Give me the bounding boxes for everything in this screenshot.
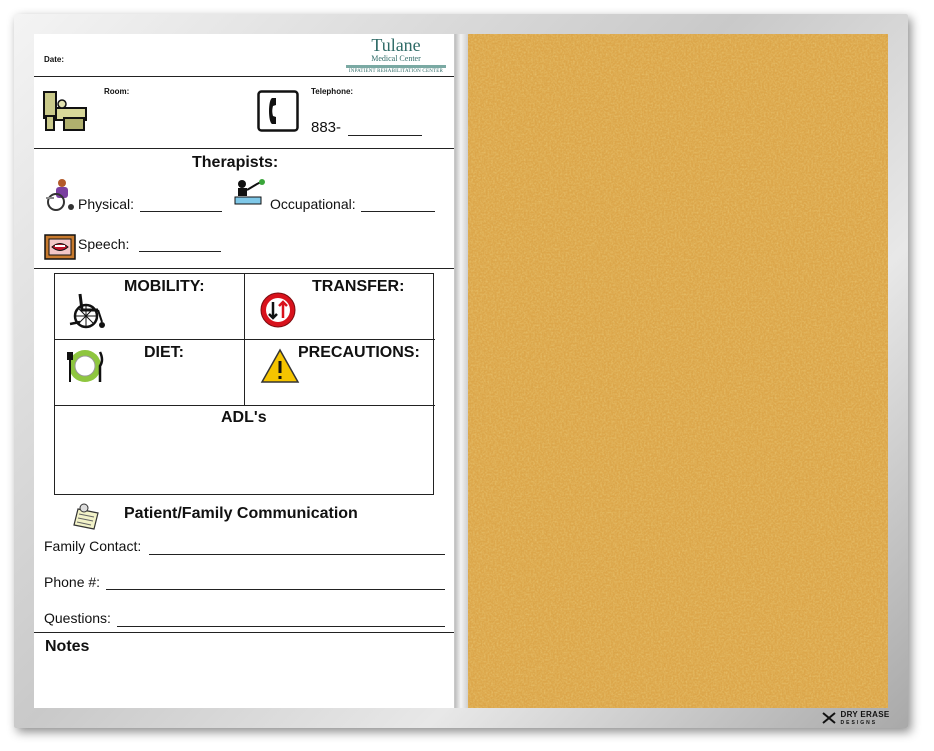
- family-contact-line: [149, 554, 445, 555]
- notes-divider: [34, 632, 454, 633]
- questions-label: Questions:: [44, 610, 111, 626]
- logo-subtitle: Medical Center: [371, 54, 421, 63]
- physical-blank-line: [140, 211, 222, 212]
- therapists-title: Therapists:: [192, 154, 279, 171]
- brand-logo: DRY ERASE DESIGNS: [822, 711, 889, 727]
- room-divider: [34, 148, 454, 149]
- diet-label: DIET:: [144, 344, 184, 361]
- questions-line: [117, 626, 445, 627]
- logo-name: Tulane: [371, 35, 421, 55]
- telephone-label: Telephone:: [311, 87, 354, 96]
- occupational-blank-line: [361, 211, 435, 212]
- brand-sub: DESIGNS: [840, 720, 878, 726]
- adls-label: ADL's: [221, 409, 267, 426]
- physical-label: Physical:: [78, 196, 135, 212]
- no-entry-arrows-icon: [260, 292, 296, 328]
- logo-tagline: INPATIENT REHABILITATION CENTER: [348, 69, 444, 74]
- mobility-label: MOBILITY:: [124, 278, 205, 295]
- speech-blank-line: [139, 251, 221, 252]
- panel-divider: [455, 34, 468, 708]
- warning-triangle-icon: [260, 348, 300, 383]
- cork-texture: [468, 34, 888, 708]
- phone-label: Phone #:: [44, 574, 101, 590]
- date-label: Date:: [44, 55, 65, 64]
- header-divider: [34, 76, 454, 77]
- wheelchair-icon: [69, 293, 105, 329]
- room-label: Room:: [104, 87, 130, 96]
- phone-line: [106, 589, 445, 590]
- transfer-label: TRANSFER:: [312, 278, 405, 295]
- care-grid-row2: [54, 405, 435, 406]
- logo-bar: [346, 65, 446, 68]
- communication-title: Patient/Family Communication: [124, 505, 358, 522]
- notes-title: Notes: [45, 638, 90, 655]
- phone-prefix: 883-: [311, 119, 342, 136]
- brand-mark-icon: [822, 712, 836, 726]
- therapists-divider: [34, 268, 454, 269]
- notepad-icon: [73, 503, 99, 530]
- speech-label: Speech:: [78, 236, 130, 252]
- cork-board: [468, 34, 888, 708]
- family-contact-label: Family Contact:: [44, 538, 142, 554]
- care-grid-row1: [54, 339, 435, 340]
- tulane-logo: Tulane Medical Center INPATIENT REHABILI…: [346, 36, 446, 75]
- brand-name: DRY ERASE: [840, 710, 890, 719]
- hospital-bed-icon: [43, 91, 87, 131]
- speech-therapy-icon: [44, 234, 76, 260]
- plate-utensils-icon: [67, 350, 104, 382]
- occupational-label: Occupational:: [270, 196, 356, 212]
- occupational-therapy-icon: [234, 179, 265, 205]
- precautions-label: PRECAUTIONS:: [298, 344, 420, 361]
- physical-therapy-icon: [46, 179, 74, 211]
- telephone-icon: [257, 90, 299, 132]
- phone-blank-line: [348, 135, 422, 136]
